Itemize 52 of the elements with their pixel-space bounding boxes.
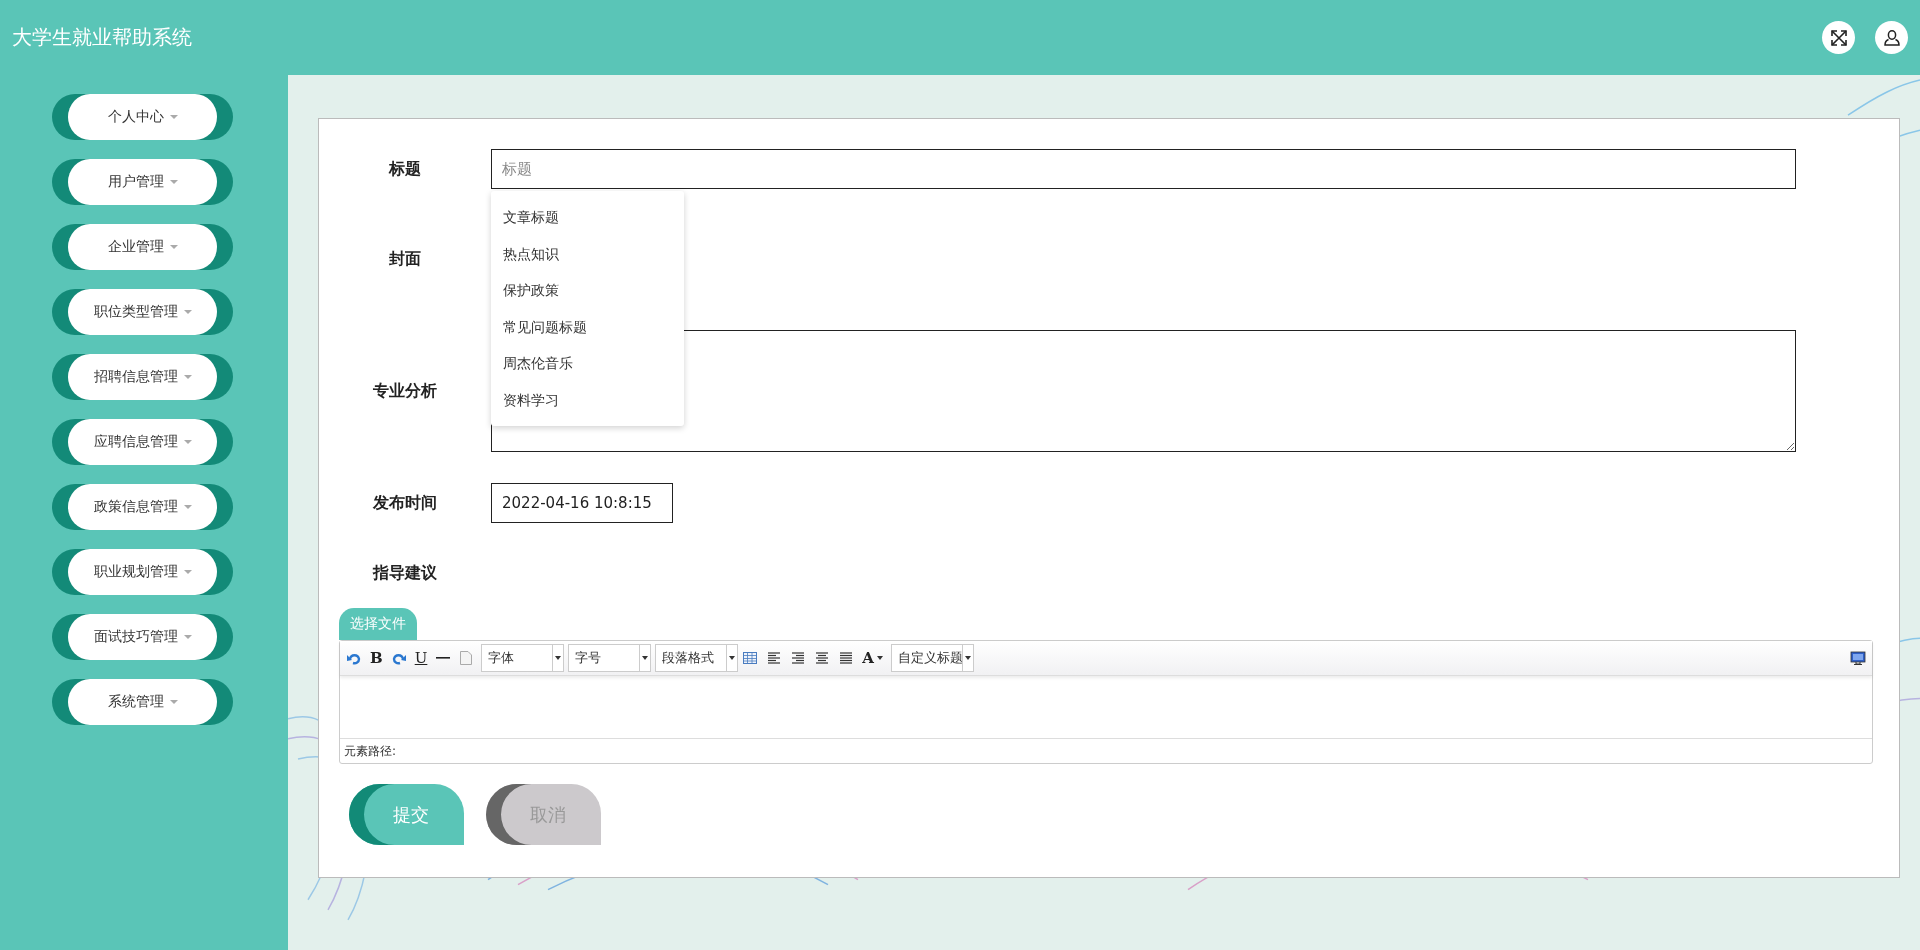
caret-icon	[183, 440, 192, 444]
expand-icon	[1829, 28, 1848, 47]
toolbar-dropdown[interactable]: 自定义标题	[891, 644, 974, 672]
sidebar-menu-item[interactable]: 招聘信息管理	[52, 354, 233, 400]
title-input[interactable]: 标题	[491, 149, 1796, 189]
element-path-label: 元素路径:	[344, 742, 397, 760]
sidebar-menu-item[interactable]: 个人中心	[52, 94, 233, 140]
suggestion-item[interactable]: 文章标题	[491, 199, 684, 236]
caret-icon	[169, 115, 178, 119]
field-label: 标题	[387, 158, 422, 180]
sidebar-menu-item[interactable]: 系统管理	[52, 679, 233, 725]
field-label: 封面	[388, 248, 422, 270]
underline-button[interactable]: U	[414, 649, 428, 667]
field-label: 指导建议	[371, 562, 438, 584]
caret-icon	[183, 570, 192, 574]
field-label: 发布时间	[372, 492, 438, 514]
caret-icon	[169, 245, 178, 249]
suggestion-item[interactable]: 周杰伦音乐	[491, 345, 684, 382]
caret-icon	[183, 635, 192, 639]
sidebar-menu-item[interactable]: 应聘信息管理	[52, 419, 233, 465]
sidebar-menu-item[interactable]: 职位类型管理	[52, 289, 233, 335]
user-icon	[1882, 28, 1901, 47]
caret-icon	[183, 505, 192, 509]
font-color-button[interactable]: A	[862, 649, 883, 667]
caret-icon	[183, 375, 192, 379]
caret-icon	[169, 700, 178, 704]
toolbar-dropdown[interactable]: 字体	[481, 644, 565, 672]
suggestion-item[interactable]: 常见问题标题	[491, 308, 684, 345]
suggestion-item[interactable]: 资料学习	[491, 381, 684, 418]
bold-button[interactable]: B	[370, 649, 383, 667]
caret-icon	[169, 180, 178, 184]
suggestion-item[interactable]: 保护政策	[491, 272, 684, 309]
toolbar-dropdown[interactable]: 段落格式	[655, 644, 739, 672]
align-left-icon[interactable]	[766, 650, 783, 666]
align-right-icon[interactable]	[790, 650, 807, 666]
date-input[interactable]: 2022-04-16 10:8:15	[491, 483, 673, 523]
align-center-icon[interactable]	[814, 650, 831, 666]
app-title: 大学生就业帮助系统	[12, 24, 192, 51]
justify-icon[interactable]	[838, 650, 855, 666]
user-button[interactable]	[1875, 21, 1908, 54]
sidebar-menu-item[interactable]: 职业规划管理	[52, 549, 233, 595]
sidebar-menu-item[interactable]: 政策信息管理	[52, 484, 233, 530]
sidebar-menu-item[interactable]: 用户管理	[52, 159, 233, 205]
table-icon[interactable]	[742, 650, 759, 666]
suggestion-item[interactable]: 热点知识	[491, 235, 684, 272]
caret-icon	[183, 310, 192, 314]
sidebar-menu-item[interactable]: 面试技巧管理	[52, 614, 233, 660]
fullscreen-monitor-icon[interactable]	[1850, 650, 1866, 666]
toolbar-dropdown[interactable]: 字号	[568, 644, 652, 672]
fullscreen-button[interactable]	[1822, 21, 1855, 54]
sidebar-menu-item[interactable]: 企业管理	[52, 224, 233, 270]
field-label: 专业分析	[372, 380, 438, 402]
